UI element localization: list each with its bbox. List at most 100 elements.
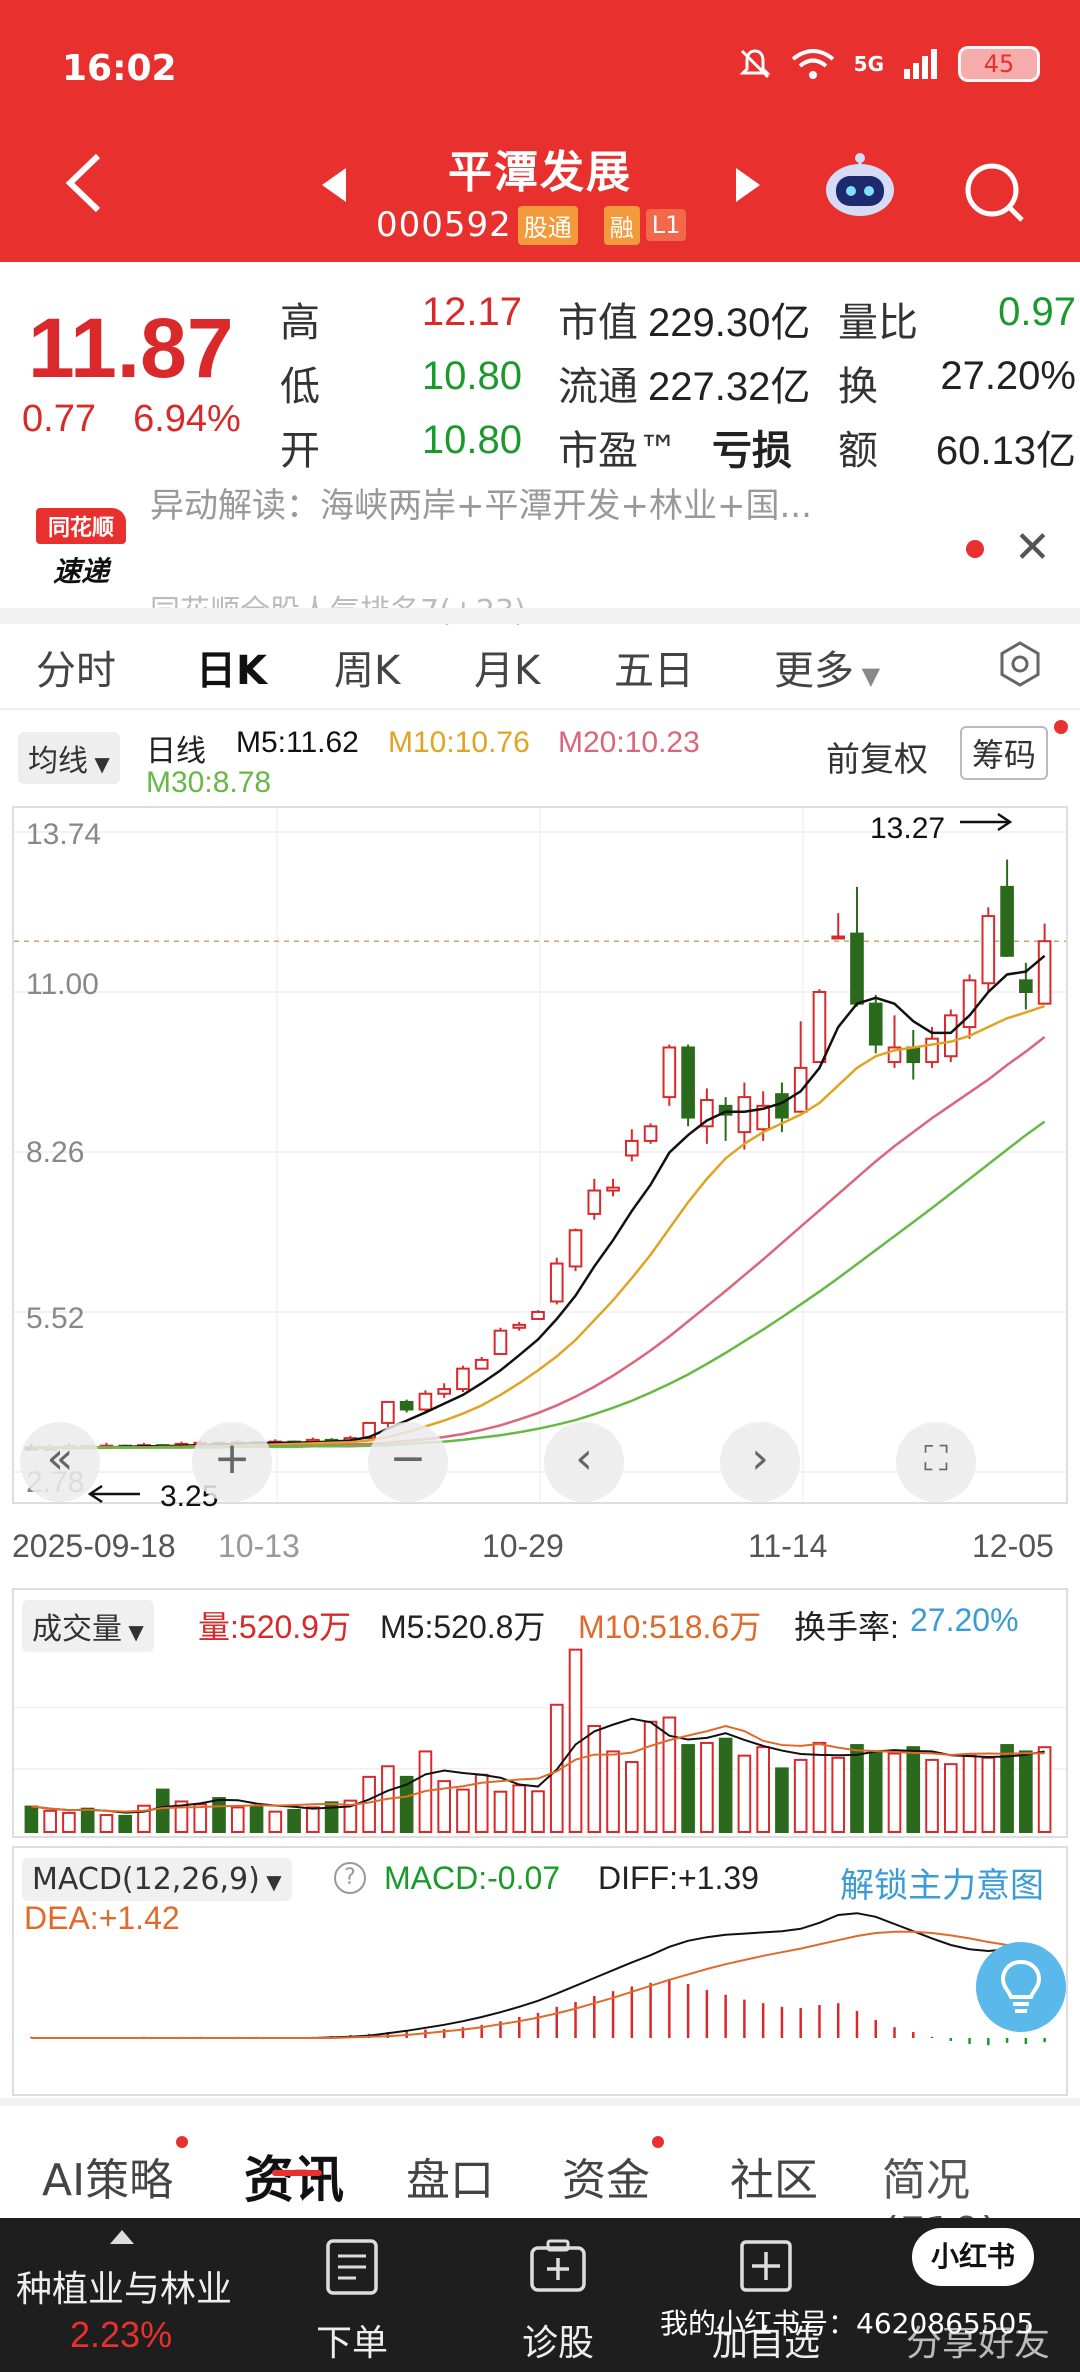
candle-body bbox=[381, 1400, 395, 1424]
status-icons: 5G 45 bbox=[738, 46, 1040, 82]
y-tick-1: 11.00 bbox=[26, 968, 99, 1001]
sector-change-pct: 2.23% bbox=[70, 2314, 173, 2355]
tab-daily-k[interactable]: 日K bbox=[196, 638, 267, 696]
xiaohongshu-logo: 小红书 bbox=[912, 2228, 1034, 2286]
x-tick-4: 12-05 bbox=[972, 1528, 1054, 1564]
scroll-left-button[interactable]: ‹ bbox=[544, 1422, 624, 1502]
ma30-value: M30:8.78 bbox=[146, 766, 272, 799]
high-price-label: 13.27 bbox=[870, 812, 946, 845]
tab-community[interactable]: 社区 bbox=[730, 2144, 818, 2208]
tag-level1: L1 bbox=[645, 209, 687, 241]
candle-body bbox=[1019, 979, 1033, 993]
volume-bar bbox=[99, 1814, 114, 1834]
candle-body bbox=[831, 935, 846, 940]
ma-line-m20 bbox=[31, 1035, 1046, 1449]
value-market-cap: 229.30亿 bbox=[648, 301, 811, 345]
content-tabs: AI策略 资讯 盘口 资金 社区 简况(F10) bbox=[0, 2106, 1080, 2259]
volume-bar bbox=[587, 1724, 602, 1833]
tab-five-day[interactable]: 五日 bbox=[614, 638, 694, 696]
close-news-button[interactable]: ✕ bbox=[1014, 522, 1051, 573]
chips-button[interactable]: 筹码 bbox=[960, 726, 1049, 780]
stock-code: 000592 bbox=[376, 205, 512, 245]
volume-bar bbox=[906, 1746, 921, 1833]
candle-body bbox=[606, 1186, 620, 1192]
content-tab-indicator bbox=[272, 2170, 322, 2176]
tab-intraday[interactable]: 分时 bbox=[36, 638, 116, 696]
settings-icon bbox=[1000, 641, 1040, 687]
sector-name[interactable]: 种植业与林业 bbox=[16, 2260, 232, 2312]
candle-body bbox=[549, 1262, 564, 1303]
x-tick-2: 10-29 bbox=[482, 1528, 564, 1564]
search-button[interactable] bbox=[962, 160, 1028, 226]
macd-indicator-select[interactable]: MACD(12,26,9) ▼ bbox=[22, 1858, 292, 1901]
news-ticker[interactable]: 异动解读：海峡两岸+平潭开发+林业+国... 同花顺 速递 同花顺全股人气排名7… bbox=[0, 478, 1080, 629]
volume-bar bbox=[981, 1756, 996, 1833]
ma-select[interactable]: 均线 ▼ bbox=[18, 732, 120, 784]
unlock-main-force-link[interactable]: 解锁主力意图 bbox=[840, 1858, 1044, 1907]
volume-m5: M5:520.8万 bbox=[380, 1609, 546, 1645]
help-icon[interactable]: ? bbox=[334, 1862, 366, 1894]
ma-period: 日线 bbox=[146, 735, 206, 768]
label-open: 开 bbox=[280, 428, 320, 474]
ma-select-label: 均线 bbox=[28, 744, 88, 779]
value-open: 10.80 bbox=[421, 418, 522, 462]
add-icon bbox=[740, 2240, 792, 2292]
label-float-cap: 流通 bbox=[558, 364, 638, 410]
candle-body bbox=[737, 1096, 752, 1134]
price-change-pct: 6.94% bbox=[133, 398, 241, 440]
ai-assistant-button[interactable] bbox=[822, 152, 898, 218]
volume-bar bbox=[80, 1807, 95, 1833]
kline-chart-area[interactable] bbox=[12, 806, 1068, 1504]
tab-monthly-k[interactable]: 月K bbox=[474, 638, 540, 696]
chart-settings-button[interactable] bbox=[996, 640, 1044, 688]
tab-news[interactable]: 资讯 bbox=[244, 2140, 344, 2212]
tab-weekly-k[interactable]: 周K bbox=[334, 638, 400, 696]
section-divider bbox=[0, 608, 1080, 624]
add-watchlist-button[interactable]: 加自选 bbox=[706, 2218, 826, 2372]
candle-body bbox=[775, 1093, 789, 1119]
xiaohongshu-id: 我的小红书号：4620865505 bbox=[660, 2307, 1035, 2340]
zoom-in-button[interactable]: + bbox=[192, 1422, 272, 1502]
fullscreen-button[interactable]: ⛶ bbox=[896, 1422, 976, 1502]
adjust-mode-button[interactable]: 前复权 bbox=[826, 732, 928, 781]
stock-code-row: 000592 股通 融 L1 bbox=[376, 205, 687, 245]
chevron-down-icon: ▼ bbox=[88, 752, 110, 776]
candle-body bbox=[925, 1037, 939, 1064]
arrow-right-icon bbox=[960, 812, 1013, 832]
tab-ai-strategy[interactable]: AI策略 bbox=[42, 2144, 173, 2208]
zoom-out-button[interactable]: − bbox=[368, 1422, 448, 1502]
battery-icon: 45 bbox=[958, 46, 1040, 82]
mute-icon bbox=[739, 49, 771, 79]
order-icon bbox=[326, 2239, 378, 2295]
tips-button[interactable] bbox=[976, 1942, 1066, 2032]
next-stock-button[interactable] bbox=[736, 168, 760, 202]
tab-more[interactable]: 更多 ▼ bbox=[774, 638, 880, 696]
chevron-down-icon: ▼ bbox=[854, 662, 881, 690]
lightbulb-icon bbox=[1000, 1959, 1042, 2013]
order-button[interactable]: 下单 bbox=[292, 2218, 412, 2372]
robot-icon bbox=[826, 153, 894, 216]
volume-bar bbox=[493, 1790, 508, 1833]
news-logo-bottom: 速递 bbox=[52, 555, 109, 588]
volume-bar bbox=[943, 1763, 958, 1833]
tab-capital-flow[interactable]: 资金 bbox=[562, 2144, 650, 2208]
ma-line-m10 bbox=[31, 1004, 1046, 1449]
volume-indicator-select[interactable]: 成交量 ▼ bbox=[22, 1600, 154, 1652]
volume-bar bbox=[531, 1790, 545, 1834]
volume-bar bbox=[268, 1810, 283, 1833]
volume-m10: M10:518.6万 bbox=[578, 1609, 762, 1645]
network-label: 5G bbox=[853, 52, 884, 76]
volume-bar bbox=[118, 1814, 133, 1833]
diagnose-button[interactable]: 诊股 bbox=[498, 2218, 618, 2372]
header-bar: 16:02 5G 45 平潭发展 000592 股通 融 L1 bbox=[0, 0, 1080, 262]
scroll-left-fast-button[interactable]: « bbox=[20, 1422, 100, 1502]
scroll-right-button[interactable]: › bbox=[720, 1422, 800, 1502]
candle-body bbox=[456, 1367, 470, 1391]
tab-order-book[interactable]: 盘口 bbox=[406, 2144, 494, 2208]
volume-bar bbox=[831, 1756, 846, 1833]
ma-line-m30 bbox=[31, 1120, 1046, 1449]
value-low: 10.80 bbox=[421, 354, 522, 398]
volume-bar bbox=[868, 1750, 883, 1833]
prev-stock-button[interactable] bbox=[322, 168, 346, 202]
signal-icon bbox=[904, 49, 937, 79]
